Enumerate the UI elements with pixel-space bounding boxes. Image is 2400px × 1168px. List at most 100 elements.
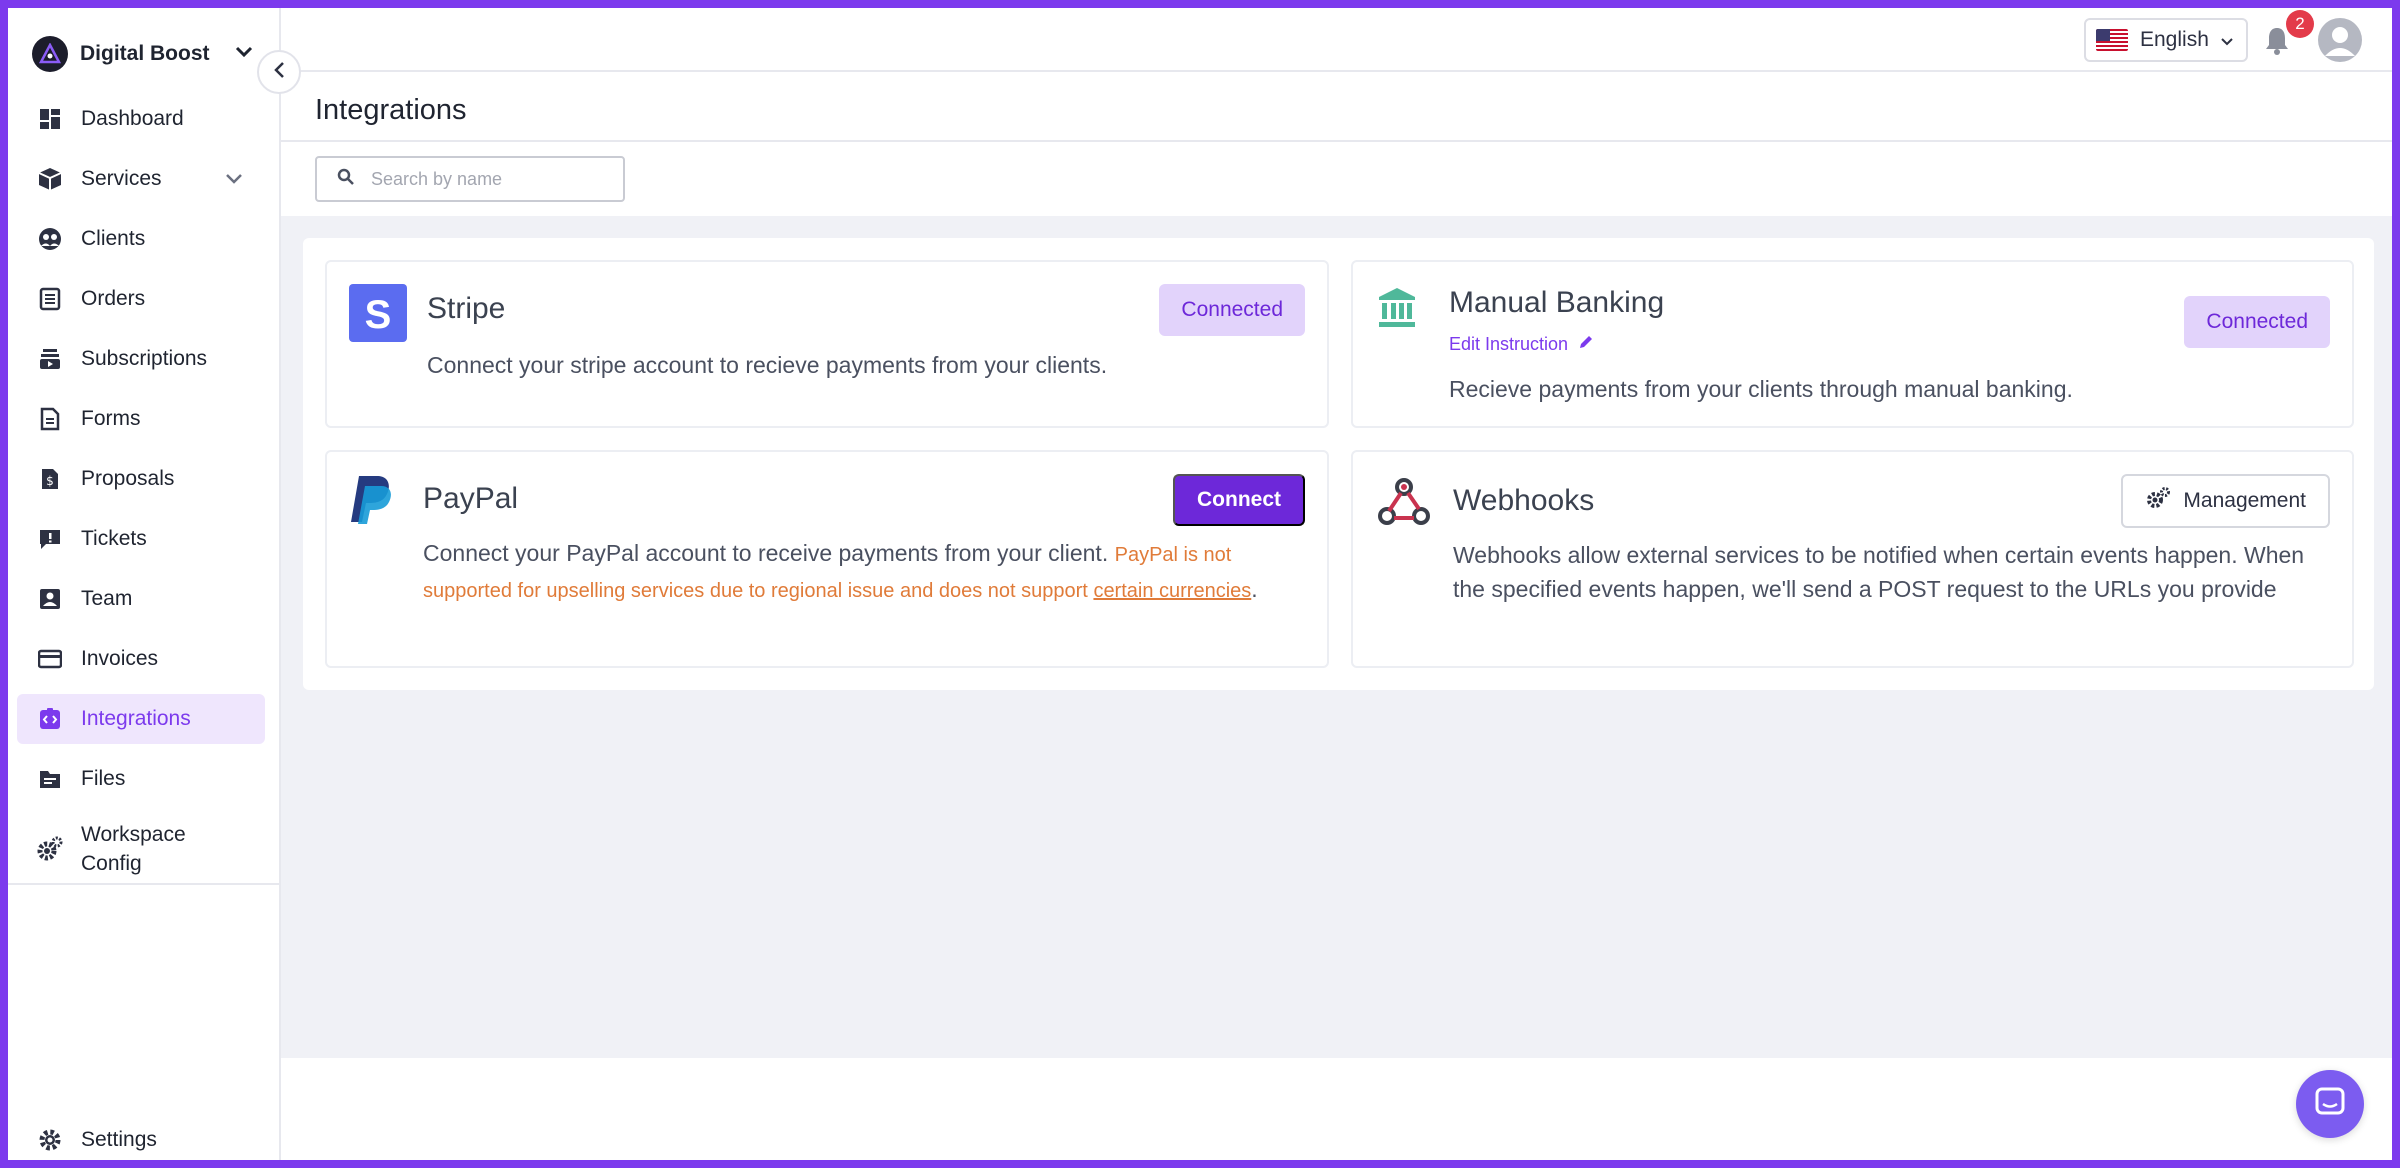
search-box [315, 156, 625, 202]
paypal-card: PayPal Connect Connect your PayPal accou… [325, 450, 1329, 668]
svg-text:S: S [365, 293, 392, 337]
chat-support-button[interactable] [2296, 1070, 2364, 1138]
sidebar-item-invoices[interactable]: Invoices [17, 634, 265, 684]
sidebar-item-label: Team [81, 587, 133, 610]
workspace-switcher[interactable]: Digital Boost [32, 32, 262, 76]
manual-banking-card: Manual Banking Edit Instruction Connecte… [1351, 260, 2354, 428]
chat-icon [2314, 1086, 2346, 1123]
sidebar-item-tickets[interactable]: Tickets [17, 514, 265, 564]
footer-area [281, 1058, 2392, 1160]
webhooks-title: Webhooks [1453, 484, 1595, 517]
language-selector[interactable]: English [2084, 18, 2248, 62]
avatar[interactable] [2318, 18, 2362, 62]
integrations-content: S Stripe Connected Connect your stripe a… [281, 216, 2392, 1058]
language-label: English [2140, 28, 2209, 51]
stripe-connected-button[interactable]: Connected [1159, 284, 1305, 336]
folder-icon [35, 764, 65, 794]
chevron-down-icon [234, 45, 254, 64]
sidebar-item-label: Services [81, 167, 162, 190]
app-window: Digital Boost Dashboard Services Clients [8, 8, 2392, 1160]
search-row [281, 144, 2392, 216]
sidebar-item-label: Subscriptions [81, 347, 208, 370]
search-input[interactable] [371, 168, 611, 190]
sidebar-item-label: Proposals [81, 467, 175, 490]
sidebar-item-label: Integrations [81, 707, 191, 730]
svg-text:$: $ [46, 474, 54, 488]
sidebar-item-integrations[interactable]: Integrations [17, 694, 265, 744]
sidebar-item-label: Tickets [81, 527, 147, 550]
sidebar-nav: Dashboard Services Clients Orders Subscr… [17, 94, 265, 894]
sidebar-item-label: Files [81, 767, 126, 790]
bank-icon [1377, 286, 1417, 333]
sidebar-item-label: Workspace Config [81, 823, 186, 875]
us-flag-icon [2096, 29, 2128, 51]
subscriptions-icon [35, 344, 65, 374]
forms-icon [35, 404, 65, 434]
paypal-warning-end: . [1251, 576, 1258, 602]
bell-icon [2260, 28, 2294, 62]
chevron-down-icon [225, 167, 243, 191]
search-icon [337, 168, 355, 191]
manual-banking-title: Manual Banking [1449, 286, 1665, 319]
sidebar-divider [8, 883, 279, 885]
proposals-icon: $ [35, 464, 65, 494]
pencil-icon [1578, 334, 1594, 355]
top-bar: English 2 [281, 8, 2392, 72]
integrations-grid: S Stripe Connected Connect your stripe a… [303, 238, 2374, 690]
certain-currencies-link[interactable]: certain currencies [1093, 580, 1251, 602]
webhooks-card: Webhooks Management Webhooks allow exter… [1351, 450, 2354, 668]
clients-icon [35, 224, 65, 254]
sidebar-item-proposals[interactable]: $ Proposals [17, 454, 265, 504]
sidebar-item-orders[interactable]: Orders [17, 274, 265, 324]
webhooks-description: Webhooks allow external services to be n… [1453, 542, 2305, 602]
sidebar-item-label: Invoices [81, 647, 159, 670]
stripe-title: Stripe [427, 292, 506, 325]
stripe-description: Connect your stripe account to recieve p… [427, 352, 1108, 378]
sidebar-item-workspace-config[interactable]: Workspace Config [17, 814, 265, 884]
management-label: Management [2183, 489, 2306, 512]
gear-icon [35, 1125, 65, 1155]
manual-banking-description: Recieve payments from your clients throu… [1449, 376, 2073, 402]
paypal-title: PayPal [423, 482, 519, 515]
stripe-card: S Stripe Connected Connect your stripe a… [325, 260, 1329, 428]
page-title: Integrations [315, 94, 467, 126]
page-header: Integrations [281, 72, 2392, 142]
sidebar-item-forms[interactable]: Forms [17, 394, 265, 444]
chevron-down-icon [2221, 28, 2233, 52]
edit-instruction-link[interactable]: Edit Instruction [1449, 334, 1594, 355]
workspace-name: Digital Boost [80, 42, 210, 65]
manual-banking-connected-button[interactable]: Connected [2184, 296, 2330, 348]
paypal-description: Connect your PayPal account to receive p… [423, 536, 1303, 608]
dashboard-icon [35, 104, 65, 134]
sidebar-item-files[interactable]: Files [17, 754, 265, 804]
tickets-icon [35, 524, 65, 554]
sidebar-item-team[interactable]: Team [17, 574, 265, 624]
workspace-logo-icon [32, 36, 68, 72]
sidebar-item-label: Dashboard [81, 107, 184, 130]
sidebar-item-label: Settings [81, 1128, 157, 1151]
credit-card-icon [35, 644, 65, 674]
sidebar-item-label: Forms [81, 407, 141, 430]
sidebar-item-label: Orders [81, 287, 146, 310]
sidebar-item-clients[interactable]: Clients [17, 214, 265, 264]
gears-icon [2145, 486, 2171, 516]
sidebar-item-services[interactable]: Services [17, 154, 265, 204]
sidebar-item-dashboard[interactable]: Dashboard [17, 94, 265, 144]
gears-icon [35, 834, 65, 864]
paypal-logo-icon [349, 474, 397, 531]
webhooks-icon [1375, 474, 1433, 535]
paypal-description-text: Connect your PayPal account to receive p… [423, 540, 1109, 566]
collapse-sidebar-button[interactable] [257, 50, 301, 94]
orders-icon [35, 284, 65, 314]
sidebar-item-subscriptions[interactable]: Subscriptions [17, 334, 265, 384]
chevron-left-icon [272, 60, 286, 85]
notification-badge: 2 [2286, 10, 2314, 38]
box-icon [35, 164, 65, 194]
integrations-icon [35, 704, 65, 734]
sidebar-item-settings[interactable]: Settings [17, 1120, 265, 1160]
sidebar-item-label: Clients [81, 227, 146, 250]
webhooks-management-button[interactable]: Management [2121, 474, 2330, 528]
paypal-connect-button[interactable]: Connect [1173, 474, 1305, 526]
edit-instruction-label: Edit Instruction [1449, 334, 1569, 354]
sidebar: Digital Boost Dashboard Services Clients [8, 8, 281, 1160]
